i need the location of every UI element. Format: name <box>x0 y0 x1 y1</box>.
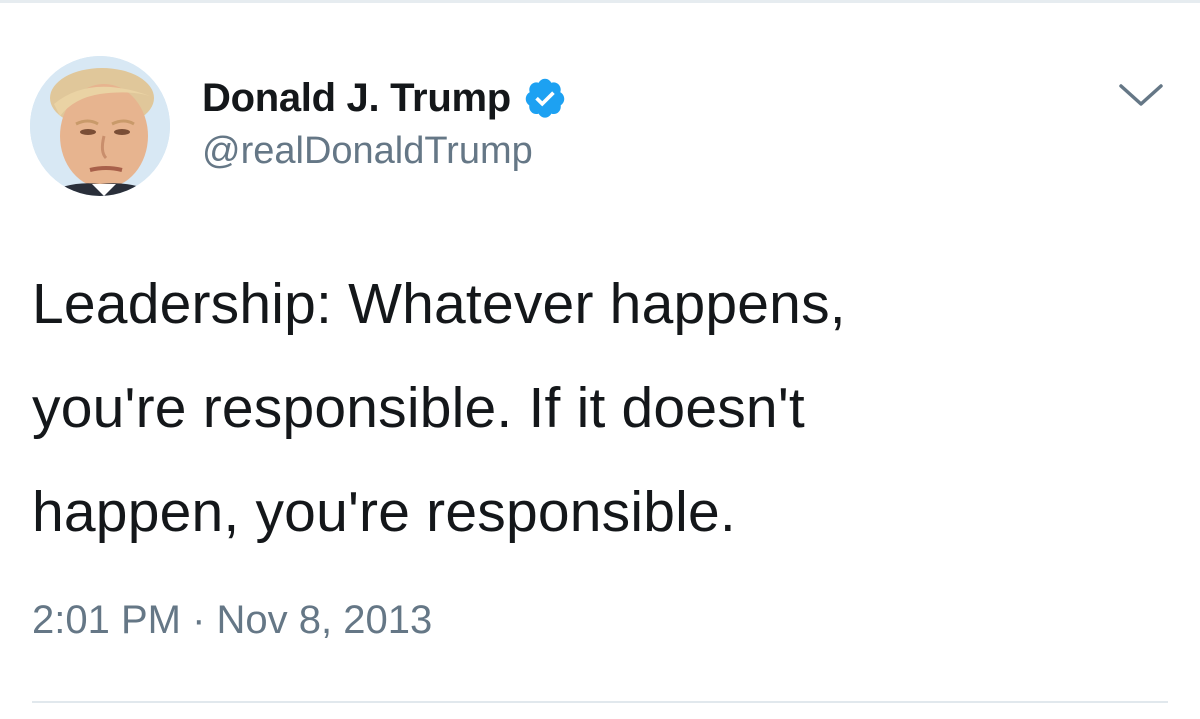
name-row: Donald J. Trump <box>202 70 567 126</box>
tweet-text-line: you're responsible. If it doesn't <box>32 376 805 440</box>
display-name[interactable]: Donald J. Trump <box>202 76 511 121</box>
tweet-text-line: happen, you're responsible. <box>32 480 736 544</box>
verified-badge-icon <box>523 76 567 120</box>
tweet-card: Donald J. Trump @realDonaldTrump Leaders… <box>0 0 1200 719</box>
handle[interactable]: @realDonaldTrump <box>202 130 567 173</box>
chevron-down-icon[interactable] <box>1115 78 1167 114</box>
bottom-divider <box>32 701 1168 703</box>
avatar[interactable] <box>30 56 170 196</box>
avatar-image <box>30 56 170 196</box>
timestamp[interactable]: 2:01 PM · Nov 8, 2013 <box>32 598 432 643</box>
author-info: Donald J. Trump @realDonaldTrump <box>202 70 567 173</box>
tweet-text-line: Leadership: Whatever happens, <box>32 272 846 336</box>
tweet-text: Leadership: Whatever happens, you're res… <box>32 252 1152 564</box>
